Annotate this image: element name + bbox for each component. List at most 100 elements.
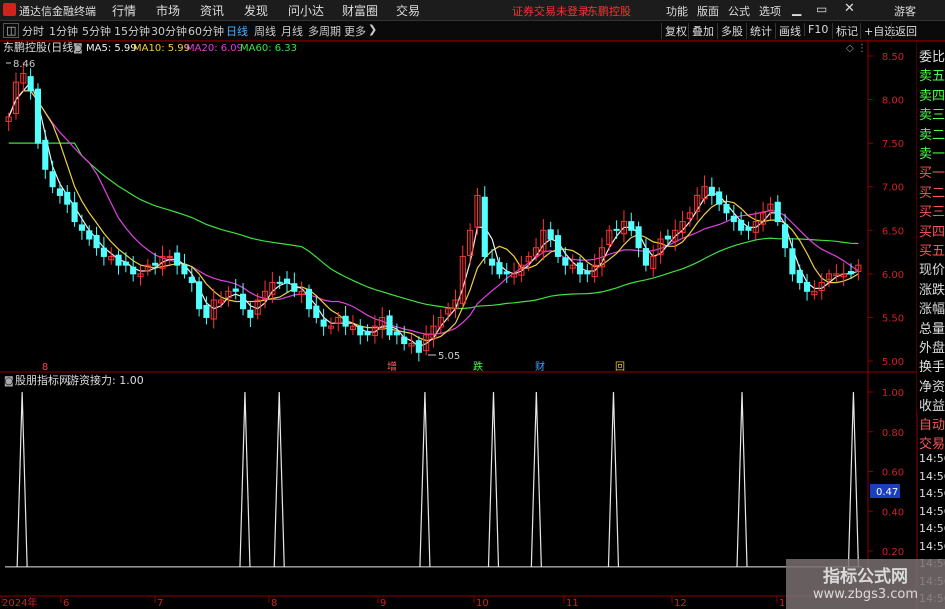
- price-tick-label: 5.00: [882, 357, 904, 368]
- candle-body: [401, 336, 408, 345]
- watermark: 指标公式网 www.zbgs3.com: [786, 559, 945, 609]
- indicator-tick-label: 0.20: [882, 547, 904, 558]
- event-marker: 财: [535, 360, 545, 373]
- quote-field-label: 委比: [919, 50, 945, 65]
- candle-body: [49, 171, 56, 188]
- quote-field-label: 涨幅: [919, 302, 945, 318]
- ma20-path: [8, 90, 859, 335]
- event-marker: 增: [387, 360, 397, 373]
- tick-time-label: 14:56: [919, 469, 945, 483]
- candle-body: [481, 196, 488, 257]
- quote-field-label: 买一: [919, 166, 945, 182]
- low-price-label: 5.05: [438, 351, 460, 362]
- ma5-legend: MA5: 5.99: [86, 43, 137, 54]
- price-tick-label: 5.50: [882, 313, 904, 324]
- quote-field-label: 现价: [919, 263, 945, 279]
- candle-body: [847, 271, 855, 275]
- ma5-path: [8, 80, 859, 348]
- price-tick-label: 8.50: [882, 52, 904, 63]
- price-tick-label: 7.00: [882, 183, 904, 194]
- tick-time-label: 14:56: [919, 522, 945, 535]
- candle-body: [635, 226, 642, 249]
- price-tick-label: 6.00: [882, 270, 904, 281]
- price-chart-title: 东鹏控股(日线): [3, 40, 78, 54]
- ma60-line: [8, 142, 859, 310]
- candle-body: [283, 278, 291, 284]
- quote-field-label: 涨跌: [919, 282, 945, 298]
- x-tick-label: 8: [271, 598, 277, 609]
- diamond-icon[interactable]: ◇: [846, 43, 854, 54]
- event-marker: 8: [42, 362, 48, 373]
- event-marker: 回: [615, 361, 625, 373]
- x-tick-label: 9: [380, 598, 386, 609]
- indicator-spike: [530, 391, 542, 567]
- candle-body: [708, 186, 715, 196]
- candle-body: [196, 281, 203, 310]
- candle-body: [342, 315, 349, 327]
- indicator-toggle-icon[interactable]: ◙: [4, 376, 14, 387]
- candle-body: [100, 247, 107, 257]
- quote-field-label: 外盘: [919, 341, 945, 356]
- candle-body: [716, 191, 723, 205]
- candle-body: [489, 258, 496, 266]
- indicator-spike: [847, 391, 860, 567]
- candle-body: [232, 288, 239, 292]
- x-tick-label: 6: [63, 598, 69, 609]
- quote-field-label: 总量: [919, 321, 945, 337]
- quote-field-label: 买三: [919, 205, 945, 221]
- indicator-value: 游资接力: 1.00: [68, 374, 144, 387]
- indicator-spike: [239, 391, 251, 567]
- price-y-axis: 8.50 8.00 7.50 7.00 6.50 6.00 5.50 5.00: [868, 52, 904, 368]
- ma20-line: [8, 90, 859, 335]
- quote-field-label: 卖一: [919, 147, 945, 162]
- candle-body: [152, 262, 159, 266]
- candle-body: [562, 257, 569, 266]
- settings-icon[interactable]: ⋮: [857, 43, 867, 54]
- candle-body: [730, 215, 737, 223]
- candle-body: [745, 226, 752, 231]
- candle-body: [796, 269, 803, 284]
- quote-field-label: 卖五: [919, 69, 945, 85]
- candle-body: [804, 281, 811, 292]
- candle-body: [203, 304, 210, 318]
- candle-body: [42, 139, 49, 170]
- candle-body: [313, 305, 320, 318]
- indicator-spike: [607, 391, 620, 567]
- x-tick-label: 2024年: [2, 596, 37, 609]
- candle-body: [56, 188, 63, 196]
- auto-trade-label: 自动: [919, 418, 945, 433]
- candle-body: [174, 252, 181, 266]
- candle-body: [789, 248, 796, 275]
- price-tick-label: 8.00: [882, 96, 904, 107]
- quote-field-label: 买二: [919, 185, 945, 201]
- candle-body: [320, 319, 327, 327]
- indicator-spike: [273, 391, 285, 567]
- event-marker: 跌: [473, 360, 483, 373]
- indicator-tick-label: 0.40: [882, 507, 904, 518]
- indicator-tick-label: 1.00: [882, 388, 904, 399]
- candle-body: [27, 76, 34, 92]
- legend-toggle-icon[interactable]: ◙: [73, 43, 83, 54]
- x-tick-label: 10: [476, 598, 489, 609]
- candle-body: [130, 266, 137, 275]
- candle-body: [64, 191, 71, 205]
- indicator-spike: [16, 391, 28, 567]
- candle-body: [774, 201, 781, 223]
- candle-body: [782, 224, 789, 249]
- tick-time-label: 14:56: [919, 539, 945, 553]
- indicator-y-axis: 1.00 0.80 0.60 0.40 0.20: [868, 388, 904, 558]
- chart-area[interactable]: 8.50 8.00 7.50 7.00 6.50 6.00 5.50 5.00 1.00 0.8…: [0, 0, 945, 609]
- x-tick-label: 1: [779, 598, 785, 609]
- quote-field-label: 净资: [919, 379, 945, 395]
- x-tick-label: 11: [566, 598, 579, 609]
- candle-body: [738, 219, 745, 231]
- quote-field-label: 卖四: [919, 88, 945, 104]
- candle-body: [305, 288, 313, 310]
- indicator-spike: [736, 391, 748, 567]
- indicator-tick-label: 0.60: [882, 468, 904, 479]
- ma60-legend: MA60: 6.33: [240, 43, 297, 54]
- candle-body: [364, 330, 371, 336]
- x-axis-labels: 2024年 6 7 8 9 10 11 12 1: [1, 596, 785, 609]
- candle-body: [86, 230, 93, 240]
- candle-body: [393, 331, 400, 336]
